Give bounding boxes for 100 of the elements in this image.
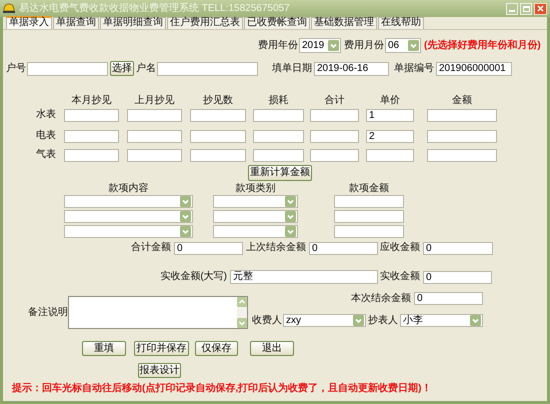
chevron-down-icon [470, 315, 481, 326]
row-label: 电表 [35, 130, 57, 142]
close-button[interactable] [534, 2, 547, 14]
close-icon [537, 5, 544, 12]
chevron-down-icon [285, 226, 296, 237]
input-field[interactable] [127, 108, 182, 122]
column-header: 金额 [451, 95, 473, 107]
category-select[interactable] [213, 210, 298, 223]
input-field[interactable]: 2 [366, 130, 414, 142]
collector-select[interactable]: zxy [283, 314, 366, 327]
input-field[interactable] [157, 62, 258, 76]
item-select[interactable] [64, 195, 193, 208]
column-header: 抄见数 [202, 95, 234, 107]
chevron-down-icon [180, 211, 191, 222]
minimize-button[interactable] [506, 2, 518, 14]
exit-button[interactable]: 退出 [250, 341, 294, 356]
input-field[interactable]: 0 [414, 292, 483, 305]
tab[interactable]: 在线帮助 [378, 17, 424, 29]
input-field[interactable] [253, 130, 304, 142]
column-header: 款项内容 [108, 182, 150, 194]
chevron-down-icon [180, 196, 191, 207]
input-field[interactable] [366, 148, 414, 162]
input-field[interactable] [427, 130, 497, 142]
input-field[interactable] [253, 148, 304, 162]
field-label: 收费人 [252, 314, 282, 326]
field-label: 费用年份 [258, 40, 298, 52]
tip-text: 提示：回车光标自动往后移动(点打印记录自动保存,打印后认为收费了，且自动更新收费日期)！ [12, 381, 432, 396]
recalculate-button[interactable]: 重新计算金额 [248, 165, 312, 181]
item-select[interactable] [64, 210, 193, 223]
helmet-icon [3, 3, 15, 14]
input-field[interactable] [334, 225, 404, 238]
input-field[interactable]: 0 [423, 242, 493, 254]
scroll-up-icon[interactable] [237, 297, 247, 307]
report-design-button[interactable]: 报表设计 [138, 363, 181, 378]
print-save-button[interactable]: 打印并保存 [134, 341, 189, 356]
column-header: 上月抄见 [134, 95, 176, 107]
input-field[interactable]: 0 [174, 242, 243, 254]
chevron-down-icon [285, 196, 296, 207]
row-label: 气表 [35, 149, 57, 161]
input-field[interactable] [310, 130, 359, 142]
input-field[interactable]: 0 [423, 270, 492, 284]
input-field[interactable]: 2019-06-16 [314, 62, 389, 76]
field-label: 户号 [6, 62, 26, 74]
column-header: 款项金额 [348, 182, 390, 194]
input-field[interactable] [310, 148, 359, 162]
input-field[interactable] [427, 148, 497, 162]
field-label: 填单日期 [272, 62, 312, 74]
column-header: 款项类别 [234, 182, 276, 194]
scroll-down-icon[interactable] [237, 318, 247, 328]
input-field[interactable] [334, 210, 404, 223]
maximize-button[interactable] [520, 2, 532, 14]
input-field[interactable] [64, 108, 119, 122]
year-select[interactable]: 2019 [299, 38, 341, 53]
category-select[interactable] [213, 195, 298, 208]
reset-button[interactable]: 重填 [82, 341, 126, 356]
input-field[interactable] [64, 148, 119, 162]
save-button[interactable]: 仅保存 [195, 341, 238, 356]
input-field[interactable]: 0 [309, 242, 378, 254]
field-label: 单据编号 [394, 62, 434, 74]
field-label: 应收金额 [380, 242, 420, 254]
field-label: 实收金额 [380, 271, 420, 283]
input-field[interactable] [127, 130, 182, 142]
item-select[interactable] [64, 225, 193, 238]
column-header: 损耗 [268, 95, 290, 107]
field-label: 户名 [136, 62, 156, 74]
reader-select[interactable]: 小李 [400, 314, 483, 327]
input-field[interactable]: 1 [366, 108, 414, 122]
input-field[interactable] [190, 108, 246, 122]
input-field[interactable] [253, 108, 304, 122]
tab[interactable]: 单据查询 [53, 17, 99, 29]
input-field[interactable] [27, 62, 108, 76]
row-label: 水表 [35, 109, 57, 121]
tab[interactable]: 已收费帐查询 [244, 17, 310, 29]
input-field[interactable] [64, 130, 119, 142]
input-field[interactable] [334, 195, 404, 208]
input-field[interactable] [190, 148, 246, 162]
input-field[interactable] [427, 108, 497, 122]
tab[interactable]: 单据录入 [6, 16, 52, 29]
category-select[interactable] [213, 225, 298, 238]
field-label: 备注说明 [28, 306, 68, 318]
month-select[interactable]: 06 [385, 38, 421, 53]
hint-text: (先选择好费用年份和月份) [424, 38, 541, 53]
field-label: 抄表人 [368, 314, 398, 326]
column-header: 本月抄见 [70, 95, 112, 107]
input-field[interactable] [310, 108, 359, 122]
input-field[interactable] [190, 130, 246, 142]
field-label: 上次结余金额 [246, 242, 306, 254]
input-field[interactable] [127, 148, 182, 162]
column-header: 单价 [379, 95, 401, 107]
chevron-down-icon [180, 226, 191, 237]
scrollbar[interactable] [237, 297, 247, 328]
tab[interactable]: 单据明细查询 [100, 17, 166, 29]
select-button[interactable]: 选择 [110, 61, 134, 76]
chevron-down-icon [285, 211, 296, 222]
remarks-field[interactable] [68, 296, 248, 329]
input-field[interactable]: 201906000001 [436, 62, 512, 76]
tab[interactable]: 住户费用汇总表 [167, 17, 243, 29]
tab[interactable]: 基础数据管理 [311, 17, 377, 29]
input-field[interactable]: 元整 [230, 270, 378, 284]
chevron-down-icon [408, 40, 419, 51]
